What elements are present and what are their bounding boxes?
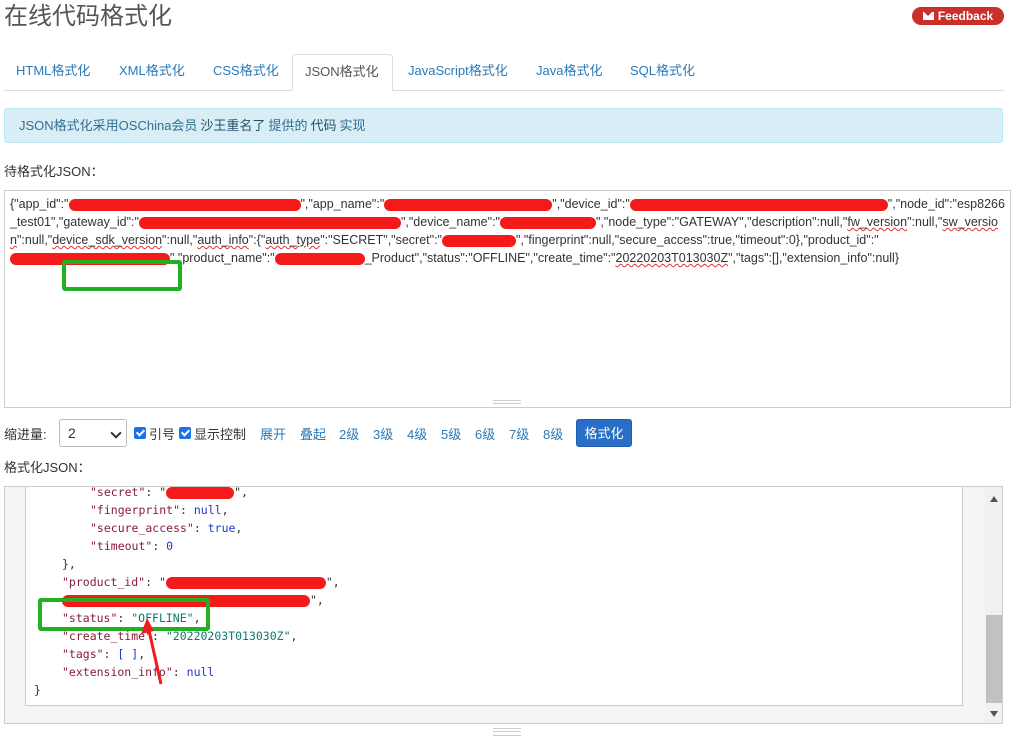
annotation-arrow — [141, 618, 163, 685]
